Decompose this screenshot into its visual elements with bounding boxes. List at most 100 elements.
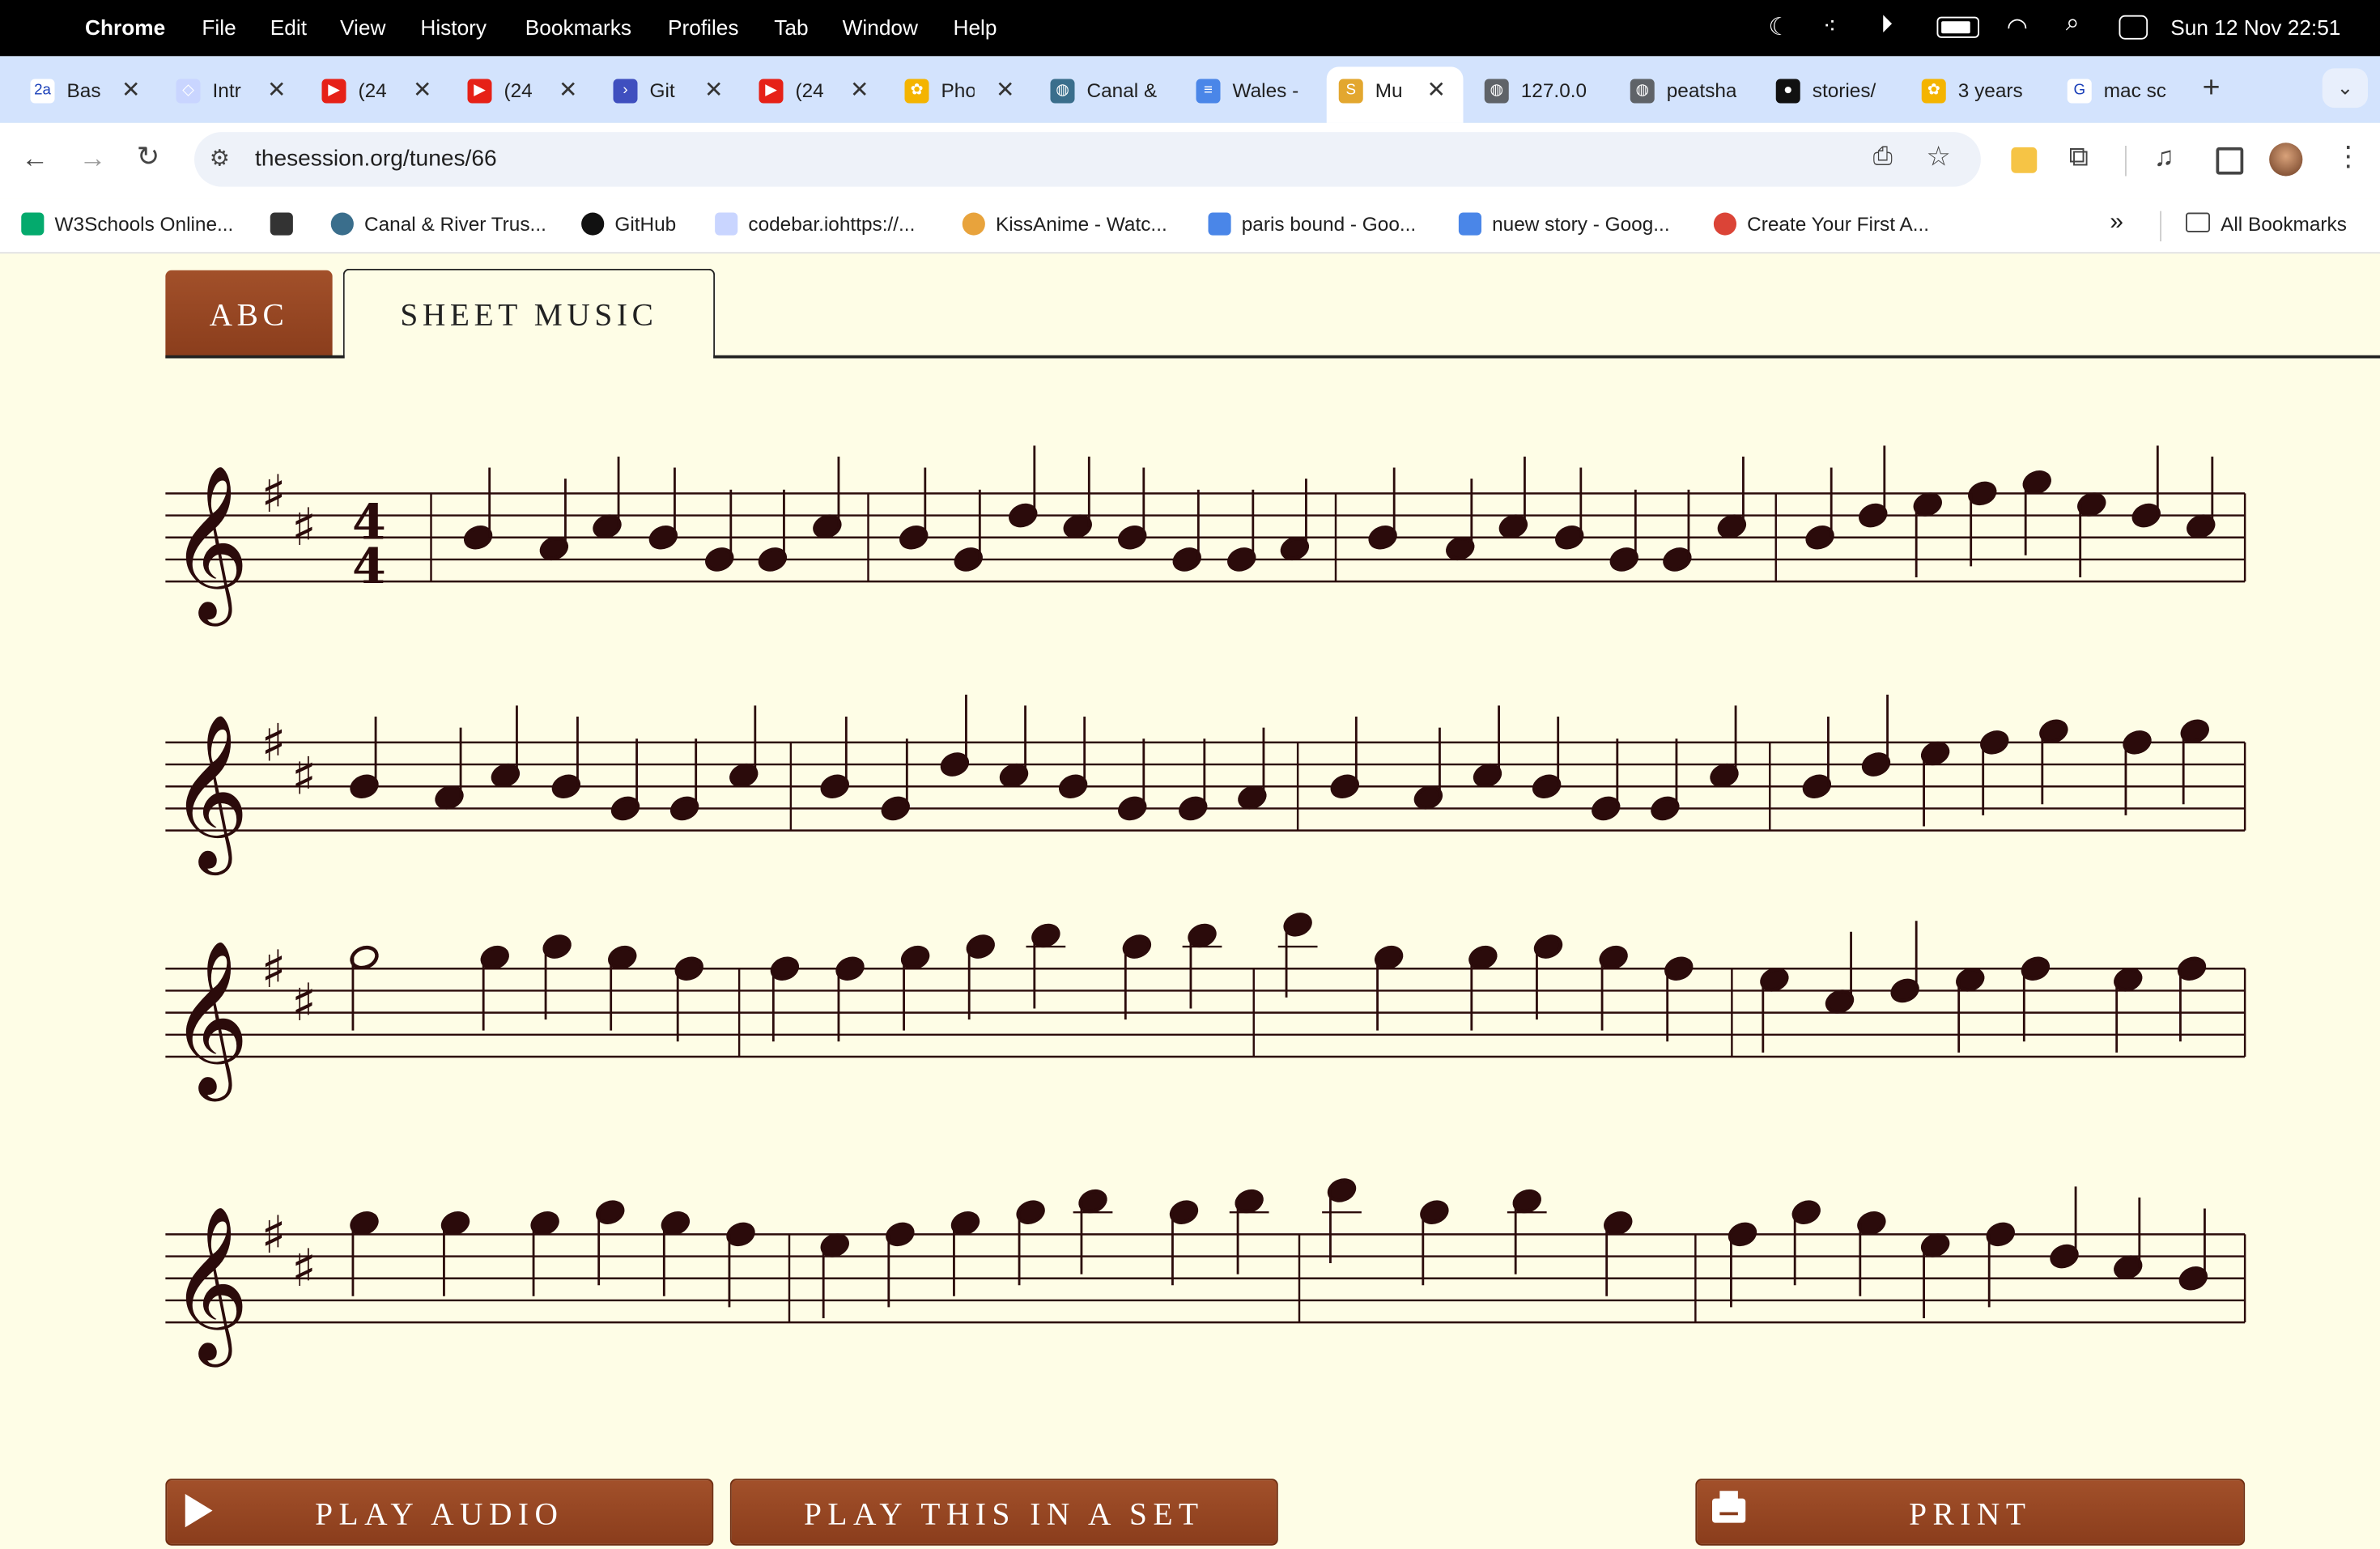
- tab-favicon-icon: ●: [1775, 79, 1800, 104]
- browser-tab[interactable]: ✿ 3 years: [1921, 68, 2055, 113]
- menu-history[interactable]: History: [420, 15, 487, 40]
- address-url[interactable]: thesession.org/tunes/66: [255, 146, 497, 172]
- site-settings-icon[interactable]: ⚙: [210, 144, 230, 172]
- moon-icon[interactable]: ☾: [1768, 12, 1790, 43]
- bookmark-w3schools[interactable]: W3Schools Online...: [21, 212, 234, 236]
- bookmark-group[interactable]: [270, 212, 304, 236]
- browser-tab[interactable]: ≡ Wales -: [1196, 68, 1330, 113]
- battery-icon[interactable]: [1936, 16, 1979, 38]
- browser-tab[interactable]: › Git ✕: [613, 68, 747, 113]
- sheet-music: 𝄞 ♯♯ 44𝄞 ♯♯𝄞 ♯♯𝄞 ♯♯: [165, 445, 2246, 1368]
- menu-help[interactable]: Help: [954, 15, 997, 40]
- menu-profiles[interactable]: Profiles: [668, 15, 739, 40]
- new-tab-button[interactable]: +: [2203, 71, 2221, 106]
- forward-arrow-icon[interactable]: →: [79, 143, 107, 174]
- sharp-icon: ♯: [261, 713, 287, 773]
- tab-label: peatsha: [1666, 79, 1736, 102]
- tab-close-icon[interactable]: ✕: [850, 76, 869, 104]
- menubar-datetime[interactable]: Sun 12 Nov 22:51: [2170, 15, 2340, 40]
- browser-tab[interactable]: 2a Bas ✕: [30, 68, 164, 113]
- tab-underline: [713, 355, 2380, 359]
- bookmarks-bar: W3Schools Online... Canal & River Trus..…: [0, 198, 2380, 254]
- tab-abc[interactable]: ABC: [165, 270, 333, 359]
- browser-tab[interactable]: ▶ (24 ✕: [321, 68, 456, 113]
- macos-menubar: Chrome File Edit View History Bookmarks …: [0, 0, 2380, 57]
- tab-close-icon[interactable]: ✕: [121, 76, 141, 104]
- tab-close-icon[interactable]: ✕: [996, 76, 1015, 104]
- tab-close-icon[interactable]: ✕: [1427, 76, 1447, 104]
- bookmark-label: codebar.iohttps://...: [748, 212, 916, 236]
- tab-label: Bas: [66, 79, 100, 102]
- tab-favicon-icon: ◇: [176, 79, 201, 104]
- bookmarks-divider: [2160, 211, 2161, 242]
- tab-close-icon[interactable]: ✕: [704, 76, 724, 104]
- browser-tab[interactable]: ◍ peatsha: [1630, 68, 1764, 113]
- play-circle-icon[interactable]: ⏵: [1881, 12, 1893, 40]
- play-in-set-button[interactable]: PLAY THIS IN A SET: [729, 1479, 1278, 1546]
- kissanime-icon: [962, 212, 985, 236]
- tab-sheet-music[interactable]: SHEET MUSIC: [342, 268, 716, 359]
- browser-tab[interactable]: ✿ Pho ✕: [904, 68, 1039, 113]
- browser-tab[interactable]: Gmac sc: [2067, 68, 2201, 113]
- control-center-icon[interactable]: [2119, 15, 2148, 40]
- menubar-app-name[interactable]: Chrome: [85, 15, 165, 40]
- bookmark-canal-river[interactable]: Canal & River Trus...: [330, 212, 546, 236]
- kebab-menu-icon[interactable]: ⋮: [2335, 141, 2362, 172]
- print-button[interactable]: PRINT: [1695, 1479, 2246, 1546]
- install-app-icon[interactable]: ⎙: [1873, 144, 1893, 172]
- browser-tab[interactable]: S Mu ✕: [1338, 68, 1473, 113]
- tab-close-icon[interactable]: ✕: [559, 76, 578, 104]
- menu-bookmarks[interactable]: Bookmarks: [525, 15, 631, 40]
- browser-tab[interactable]: ◍ 127.0.0: [1484, 68, 1618, 113]
- tab-close-icon[interactable]: ✕: [267, 76, 287, 104]
- all-bookmarks-folder[interactable]: All Bookmarks: [2186, 212, 2347, 236]
- media-controls-icon[interactable]: ♫: [2154, 141, 2174, 172]
- play-audio-button[interactable]: PLAY AUDIO: [165, 1479, 714, 1546]
- bookmark-create-first[interactable]: Create Your First A...: [1713, 212, 1929, 236]
- w3schools-icon: [21, 212, 45, 236]
- wifi-icon[interactable]: ◠: [2007, 12, 2028, 43]
- menu-tab[interactable]: Tab: [774, 15, 808, 40]
- browser-tab[interactable]: ▶ (24 ✕: [467, 68, 601, 113]
- browser-tab[interactable]: ▶ (24 ✕: [759, 68, 893, 113]
- address-bar[interactable]: ⚙ thesession.org/tunes/66 ⎙ ☆: [194, 132, 1981, 187]
- tab-label: 3 years: [1957, 79, 2023, 102]
- reload-icon[interactable]: ↻: [137, 141, 159, 172]
- menu-view[interactable]: View: [340, 15, 385, 40]
- extensions-puzzle-icon[interactable]: ⧉: [2069, 141, 2089, 172]
- back-arrow-icon[interactable]: ←: [21, 143, 49, 174]
- tab-label: mac sc: [2103, 79, 2166, 102]
- bookmark-label: Canal & River Trus...: [364, 212, 546, 236]
- extension-icon[interactable]: [2011, 147, 2038, 173]
- bookmark-codebar[interactable]: codebar.iohttps://...: [715, 212, 916, 236]
- tab-label: 127.0.0: [1520, 79, 1587, 102]
- bookmark-label: nuew story - Goog...: [1492, 212, 1670, 236]
- browser-tab[interactable]: ◇ Intr ✕: [176, 68, 310, 113]
- bookmark-kissanime[interactable]: KissAnime - Watc...: [962, 212, 1167, 236]
- spotlight-icon[interactable]: ⌕: [2066, 11, 2080, 38]
- tab-favicon-icon: ▶: [759, 79, 784, 104]
- sharp-icon: ♯: [291, 973, 317, 1033]
- bookmark-star-icon[interactable]: ☆: [1926, 141, 1950, 172]
- menu-edit[interactable]: Edit: [270, 15, 307, 40]
- menu-window[interactable]: Window: [843, 15, 918, 40]
- more-bookmarks-chevron-icon[interactable]: »: [2110, 210, 2123, 237]
- treble-clef-icon: 𝄞: [170, 464, 249, 627]
- menu-file[interactable]: File: [202, 15, 236, 40]
- treble-clef-icon: 𝄞: [170, 939, 249, 1102]
- bookmark-nuew-story[interactable]: nuew story - Goog...: [1458, 212, 1670, 236]
- tab-label: Intr: [212, 79, 241, 102]
- browser-tab[interactable]: ◍ Canal &: [1050, 68, 1184, 113]
- tab-search-chevron-icon[interactable]: ⌄: [2322, 68, 2368, 109]
- bookmark-paris-bound[interactable]: paris bound - Goo...: [1208, 212, 1416, 236]
- tab-favicon-icon: ▶: [467, 79, 492, 104]
- weather-icon[interactable]: ⁖: [1823, 12, 1836, 40]
- bookmark-label: W3Schools Online...: [54, 212, 234, 236]
- profile-avatar[interactable]: [2269, 143, 2303, 177]
- bookmark-github[interactable]: GitHub: [581, 212, 676, 236]
- tab-close-icon[interactable]: ✕: [413, 76, 432, 104]
- tab-label: Git: [649, 79, 675, 102]
- play-in-set-label: PLAY THIS IN A SET: [804, 1495, 1205, 1532]
- side-panel-icon[interactable]: [2216, 147, 2244, 175]
- browser-tab[interactable]: ● stories/: [1775, 68, 1910, 113]
